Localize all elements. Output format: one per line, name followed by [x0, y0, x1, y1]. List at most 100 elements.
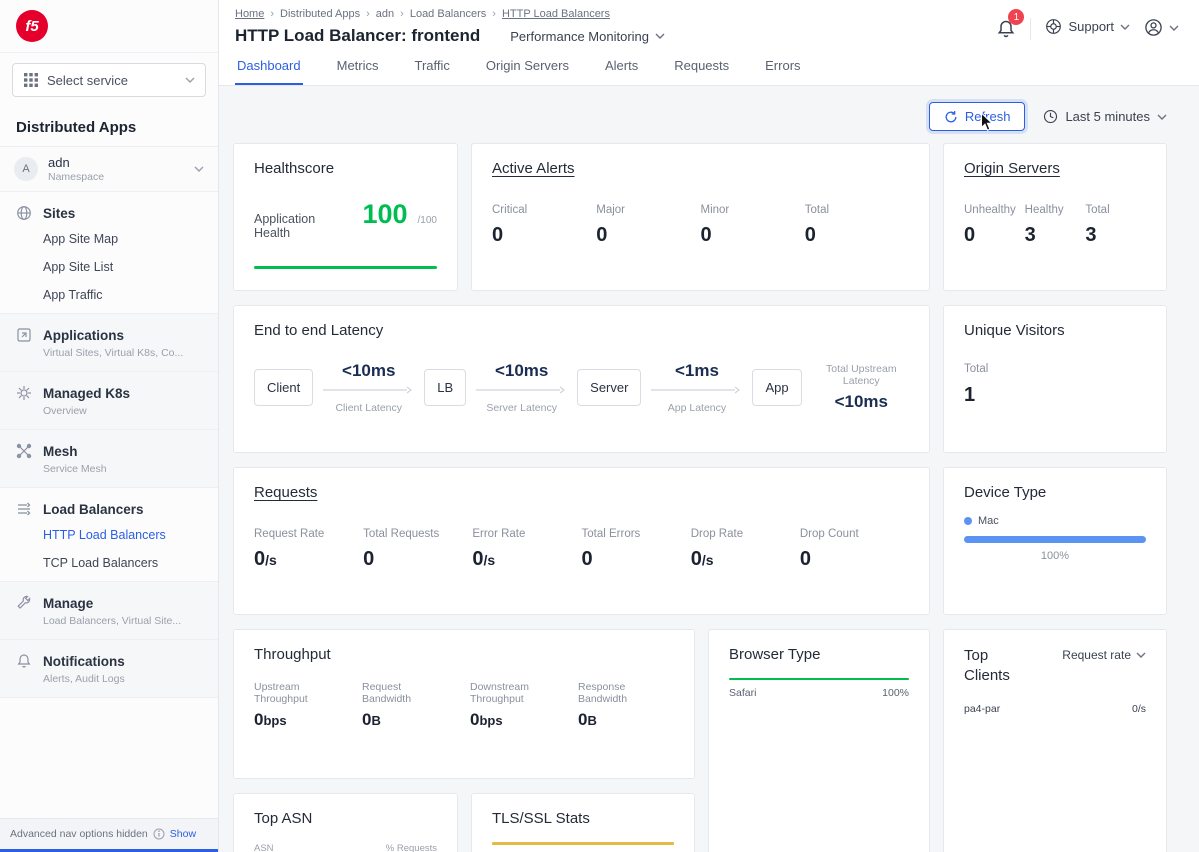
latency-title: End to end Latency — [254, 322, 909, 339]
client-value: 0/s — [1132, 703, 1146, 715]
tls-bar — [492, 842, 674, 845]
app-root: f5 Select service Distributed Apps A adn… — [0, 0, 1199, 852]
tls-ssl-stats-title: TLS/SSL Stats — [492, 810, 674, 827]
sidebar-item-subtitle: Load Balancers, Virtual Site... — [0, 615, 218, 635]
sidebar-item-load-balancers[interactable]: Load Balancers — [0, 492, 218, 521]
arrow-right-icon — [321, 386, 416, 394]
arrow-right-icon — [649, 386, 744, 394]
tab-traffic[interactable]: Traffic — [413, 46, 452, 85]
tab-requests[interactable]: Requests — [672, 46, 731, 85]
unique-visitors-title: Unique Visitors — [964, 322, 1146, 339]
healthscore-card: Healthscore Application Health 100 /100 — [233, 143, 458, 291]
healthscore-label: Application Health — [254, 212, 352, 240]
sidebar-item-app-site-map[interactable]: App Site Map — [0, 225, 218, 253]
chevron-down-icon — [185, 77, 195, 83]
tab-errors[interactable]: Errors — [763, 46, 802, 85]
tab-alerts[interactable]: Alerts — [603, 46, 640, 85]
notifications-bell-icon — [16, 653, 32, 669]
sidebar-item-label: Load Balancers — [43, 502, 144, 517]
sidebar-item-http-load-balancers[interactable]: HTTP Load Balancers — [0, 521, 218, 549]
tab-dashboard[interactable]: Dashboard — [235, 46, 303, 85]
namespace-text: adn Namespace — [48, 155, 104, 183]
main-area: Home Distributed Apps adn Load Balancers… — [219, 0, 1199, 852]
advanced-nav-footer: Advanced nav options hidden Show — [0, 818, 218, 849]
top-clients-title: Top Clients — [964, 646, 1026, 687]
sidebar-item-notifications[interactable]: Notifications — [0, 644, 218, 673]
info-icon[interactable] — [153, 828, 165, 840]
account-menu[interactable] — [1144, 12, 1179, 37]
sidebar-item-applications[interactable]: Applications — [0, 318, 218, 347]
latency-node-server: Server — [577, 369, 641, 406]
latency-hop-server: <10ms Server Latency — [474, 361, 569, 414]
tab-origin-servers[interactable]: Origin Servers — [484, 46, 571, 85]
sidebar-item-app-site-list[interactable]: App Site List — [0, 253, 218, 281]
notification-badge: 1 — [1008, 9, 1024, 25]
breadcrumb-load-balancers[interactable]: Load Balancers — [410, 8, 486, 20]
requests-card: Requests Request Rate 0/s Total Requests… — [233, 467, 930, 615]
sidebar-item-mesh[interactable]: Mesh — [0, 434, 218, 463]
requests-title[interactable]: Requests — [254, 484, 317, 501]
legend-dot — [964, 517, 972, 525]
metric-unhealthy: Unhealthy 0 — [964, 204, 1025, 247]
monitoring-mode-label: Performance Monitoring — [510, 29, 649, 44]
support-menu[interactable]: Support — [1045, 12, 1130, 35]
namespace-name: adn — [48, 155, 104, 170]
metric-total-errors: Total Errors 0 — [582, 528, 691, 571]
tab-bar: Dashboard Metrics Traffic Origin Servers… — [219, 46, 1199, 86]
breadcrumb-adn[interactable]: adn — [376, 8, 394, 20]
f5-logo[interactable]: f5 — [16, 10, 48, 42]
support-label: Support — [1068, 19, 1114, 34]
dashboard-content: Refresh Last 5 minutes Healthscore Appli… — [219, 86, 1199, 852]
applications-icon — [16, 327, 32, 343]
top-asn-header: ASN % Requests — [254, 843, 437, 852]
browser-label: Safari — [729, 687, 756, 699]
metric-downstream-throughput: Downstream Throughput 0bps — [470, 681, 566, 730]
service-select[interactable]: Select service — [12, 63, 206, 97]
browser-value: 100% — [882, 687, 909, 699]
refresh-icon — [944, 110, 958, 124]
sidebar-item-manage[interactable]: Manage — [0, 586, 218, 615]
metric-drop-count: Drop Count 0 — [800, 528, 909, 571]
namespace-selector[interactable]: A adn Namespace — [0, 146, 218, 192]
chevron-down-icon — [1120, 24, 1130, 30]
metric-request-rate: Request Rate 0/s — [254, 528, 363, 571]
time-range-label: Last 5 minutes — [1065, 109, 1150, 124]
breadcrumb-distributed-apps[interactable]: Distributed Apps — [280, 8, 360, 20]
nav-group-load-balancers: Load Balancers HTTP Load Balancers TCP L… — [0, 488, 218, 582]
nav-group-sites: Sites App Site Map App Site List App Tra… — [0, 192, 218, 314]
device-type-legend: Mac — [964, 515, 1146, 527]
sidebar-item-label: Sites — [43, 206, 75, 221]
sidebar-item-sites[interactable]: Sites — [0, 196, 218, 225]
unique-visitors-card: Unique Visitors Total 1 — [943, 305, 1167, 453]
tab-metrics[interactable]: Metrics — [335, 46, 381, 85]
time-range-select[interactable]: Last 5 minutes — [1043, 109, 1167, 124]
clock-icon — [1043, 109, 1058, 124]
active-alerts-title[interactable]: Active Alerts — [492, 160, 575, 177]
origin-servers-title[interactable]: Origin Servers — [964, 160, 1060, 177]
show-advanced-nav-link[interactable]: Show — [170, 828, 196, 840]
top-clients-sort-select[interactable]: Request rate — [1062, 646, 1146, 662]
active-alerts-metrics: Critical 0 Major 0 Minor 0 Total — [492, 204, 909, 247]
cards-row-5: Top ASN ASN % Requests TLS/SSL Stats — [233, 793, 695, 852]
cards-row-1: Healthscore Application Health 100 /100 … — [233, 143, 1167, 291]
notifications-button[interactable]: 1 — [996, 12, 1016, 45]
latency-node-client: Client — [254, 369, 313, 406]
sites-icon — [16, 205, 32, 221]
refresh-button[interactable]: Refresh — [929, 102, 1026, 131]
breadcrumb-home[interactable]: Home — [235, 8, 264, 20]
nav-group-notifications: Notifications Alerts, Audit Logs — [0, 640, 218, 698]
toolbar: Refresh Last 5 minutes — [233, 102, 1167, 131]
account-icon — [1144, 18, 1163, 37]
sidebar-item-managed-k8s[interactable]: Managed K8s — [0, 376, 218, 405]
browser-type-row: Safari 100% — [729, 687, 909, 699]
origin-servers-metrics: Unhealthy 0 Healthy 3 Total 3 — [964, 204, 1146, 247]
metric-drop-rate: Drop Rate 0/s — [691, 528, 800, 571]
metric-minor: Minor 0 — [701, 204, 805, 247]
breadcrumb-http-load-balancers[interactable]: HTTP Load Balancers — [502, 8, 610, 20]
f5-logo-text: f5 — [25, 18, 38, 35]
monitoring-mode-select[interactable]: Performance Monitoring — [510, 29, 665, 44]
nav-group-mesh: Mesh Service Mesh — [0, 430, 218, 488]
sidebar-item-tcp-load-balancers[interactable]: TCP Load Balancers — [0, 549, 218, 577]
sidebar-item-app-traffic[interactable]: App Traffic — [0, 281, 218, 309]
grid-icon — [23, 72, 39, 88]
